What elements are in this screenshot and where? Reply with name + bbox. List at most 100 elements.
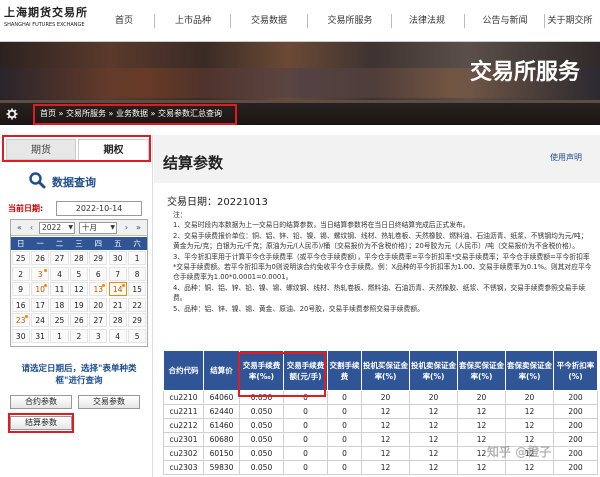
nav-item-trading-data[interactable]: 交易数据 [240,11,298,31]
calendar-day[interactable]: 9 [11,282,30,296]
table-cell: 0 [327,460,362,475]
calendar-day[interactable]: 3 [30,266,50,281]
table-cell: 12 [457,460,506,475]
calendar-weekdays: 日一二三四五六 [11,237,147,250]
table-cell: 200 [553,432,598,447]
calendar-day[interactable]: 28 [69,251,89,265]
table-cell: 0.050 [239,446,284,461]
calendar-day[interactable]: 8 [127,266,147,281]
calendar-day[interactable]: 29 [127,313,147,327]
breadcrumb-highlight [33,104,237,125]
weekday-label: 四 [94,239,103,248]
calendar-day[interactable]: 30 [11,328,30,343]
data-query-label: 数据查询 [52,176,96,189]
calendar-day[interactable]: 24 [30,313,50,327]
next-year-icon[interactable]: » [133,222,144,233]
calendar-day[interactable]: 19 [69,297,89,312]
calendar-day[interactable]: 29 [89,251,108,265]
trade-params-button[interactable]: 交易参数 [78,395,140,409]
calendar-day[interactable]: 27 [89,313,108,327]
calendar-day[interactable]: 2 [11,266,30,281]
nav-item-news[interactable]: 公告与新闻 [472,11,538,31]
tab-futures[interactable]: 期货 [6,139,76,160]
calendar-day[interactable]: 16 [11,297,30,312]
calendar-day[interactable]: 27 [50,251,69,265]
calendar-day[interactable]: 26 [69,313,89,327]
calendar-day[interactable]: 7 [108,266,127,281]
calendar-day[interactable]: 30 [108,251,127,265]
calendar-day[interactable]: 3 [89,328,108,343]
nav-item-home[interactable]: 首页 [104,11,144,31]
calendar-day[interactable]: 11 [50,282,69,296]
nav-divider [154,14,155,28]
calendar-day[interactable]: 21 [108,297,127,312]
calendar-day[interactable]: 25 [50,313,69,327]
table-cell: 0.050 [239,460,284,475]
column-header: 套保卖保证金率(%) [505,350,554,391]
calendar-day[interactable]: 1 [127,251,147,265]
calendar-day[interactable]: 22 [127,297,147,312]
calendar-day[interactable]: 28 [108,313,127,327]
table-cell: 0 [283,432,328,447]
weekday-label: 五 [113,239,122,248]
table-cell: 0 [283,418,328,433]
current-date-label: 当前日期: [8,204,44,213]
note-item: 4、品种：铜、铝、锌、铅、镍、锡、螺纹钢、线材、热轧卷板、燃料油、石油沥青、天然… [173,283,586,303]
calendar-day[interactable]: 5 [69,266,89,281]
year-select[interactable]: 2022 ▼ [39,222,75,234]
gear-icon [6,108,18,120]
calendar-day[interactable]: 13 [89,282,108,296]
tab-options[interactable]: 期权 [78,139,149,160]
calendar-day[interactable]: 4 [50,266,69,281]
month-select[interactable]: 十月 ▼ [79,222,117,234]
column-header: 交割手续费 [327,350,362,391]
table-cell: 0 [327,418,362,433]
calendar-day[interactable]: 2 [69,328,89,343]
calendar-day[interactable]: 1 [50,328,69,343]
next-month-icon[interactable]: › [121,222,132,233]
calendar-day[interactable]: 14 [108,282,127,296]
table-cell: 0 [327,404,362,419]
table-cell: 0.050 [239,432,284,447]
calendar-day[interactable]: 4 [108,328,127,343]
date-input[interactable]: 2022-10-14 [56,201,142,216]
prev-year-icon[interactable]: « [14,222,25,233]
query-hint: 请选定日期后，选择"表单种类框"进行查询 [21,364,137,386]
content-header: 结算参数 使用声明 [154,135,600,183]
weekday-label: 一 [36,239,44,248]
nav-item-exchange-services[interactable]: 交易所服务 [316,11,384,31]
disclaimer-link[interactable]: 使用声明 [550,152,582,163]
nav-divider [464,14,465,28]
nav-item-about[interactable]: 关于期交所 [538,11,600,31]
calendar-day[interactable]: 26 [30,251,50,265]
table-cell: 12 [409,404,458,419]
exchange-logo[interactable]: 上海期货交易所 SHANGHAI FUTURES EXCHANGE [4,4,96,36]
calendar-day[interactable]: 18 [50,297,69,312]
calendar-day[interactable]: 15 [127,282,147,296]
table-cell: cu2211 [163,404,204,419]
table-cell: cu2302 [163,446,204,461]
table-row: cu2212 61460 0.050 0 0 12 12 12 12 200 [163,418,598,433]
calendar-day[interactable]: 6 [89,266,108,281]
nav-item-laws[interactable]: 法律法规 [398,11,456,31]
calendar-day[interactable]: 10 [30,282,50,296]
calendar-day[interactable]: 20 [89,297,108,312]
nav-item-listed-products[interactable]: 上市品种 [164,11,222,31]
calendar-day[interactable]: 12 [69,282,89,296]
table-row: cu2210 64060 0.050 0 0 20 20 20 20 200 [163,390,598,405]
table-cell: 200 [553,460,598,475]
column-header: 投机买保证金率(%) [361,350,410,391]
calendar-day[interactable]: 25 [11,251,30,265]
prev-month-icon[interactable]: ‹ [26,222,37,233]
column-header: 平今折扣率(%) [553,350,598,391]
calendar-day[interactable]: 23 [11,313,30,327]
table-cell: 20 [457,390,506,405]
calendar-day[interactable]: 31 [30,328,50,343]
table-cell: 12 [409,460,458,475]
banner-title: 交易所服务 [469,60,580,85]
calendar-day[interactable]: 5 [127,328,147,343]
table-cell: 0 [283,460,328,475]
calendar-day[interactable]: 17 [30,297,50,312]
contract-params-button[interactable]: 合约参数 [10,395,72,409]
watermark: 知乎 @橙子 [487,445,552,459]
